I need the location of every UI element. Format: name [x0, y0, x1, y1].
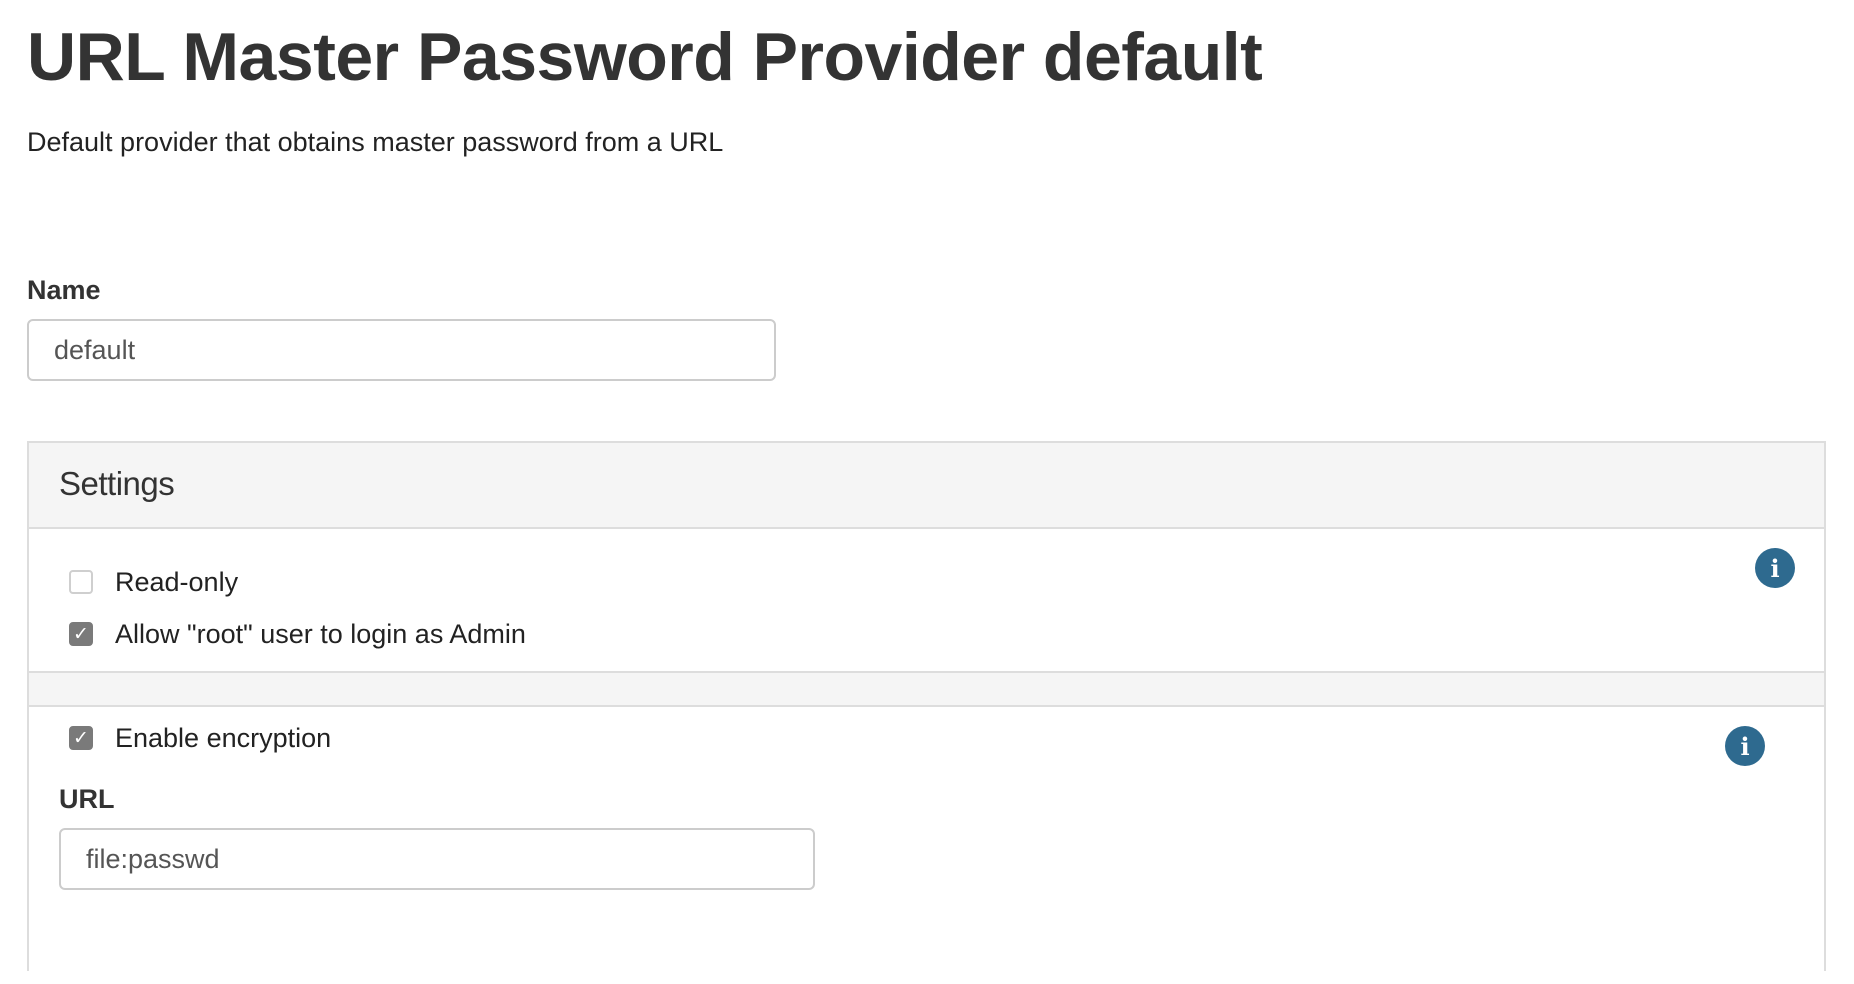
page: URL Master Password Provider default Def… — [0, 0, 1854, 984]
enable-encryption-checkbox-row[interactable]: ✓ Enable encryption — [69, 718, 331, 758]
enable-encryption-checkbox[interactable]: ✓ — [69, 726, 93, 750]
allow-root-checkbox[interactable]: ✓ — [69, 622, 93, 646]
allow-root-label: Allow "root" user to login as Admin — [115, 618, 526, 649]
page-description: Default provider that obtains master pas… — [27, 127, 724, 157]
checkmark-icon: ✓ — [73, 726, 89, 749]
url-input[interactable] — [59, 828, 815, 890]
info-icon[interactable]: i — [1755, 548, 1795, 588]
name-input[interactable] — [27, 319, 776, 381]
read-only-checkbox-row[interactable]: Read-only — [69, 562, 238, 602]
url-label: URL — [59, 784, 115, 814]
read-only-label: Read-only — [115, 566, 239, 597]
name-label: Name — [27, 275, 101, 305]
allow-root-checkbox-row[interactable]: ✓ Allow "root" user to login as Admin — [69, 614, 526, 654]
page-title: URL Master Password Provider default — [27, 19, 1263, 95]
section-divider — [29, 671, 1824, 707]
settings-panel-header: Settings — [29, 443, 1824, 529]
checkmark-icon: ✓ — [73, 622, 89, 645]
read-only-checkbox[interactable] — [69, 570, 93, 594]
enable-encryption-label: Enable encryption — [115, 722, 332, 753]
settings-panel: Settings Read-only ✓ Allow "root" user t… — [27, 441, 1826, 971]
settings-title: Settings — [59, 465, 175, 502]
info-icon[interactable]: i — [1725, 726, 1765, 766]
